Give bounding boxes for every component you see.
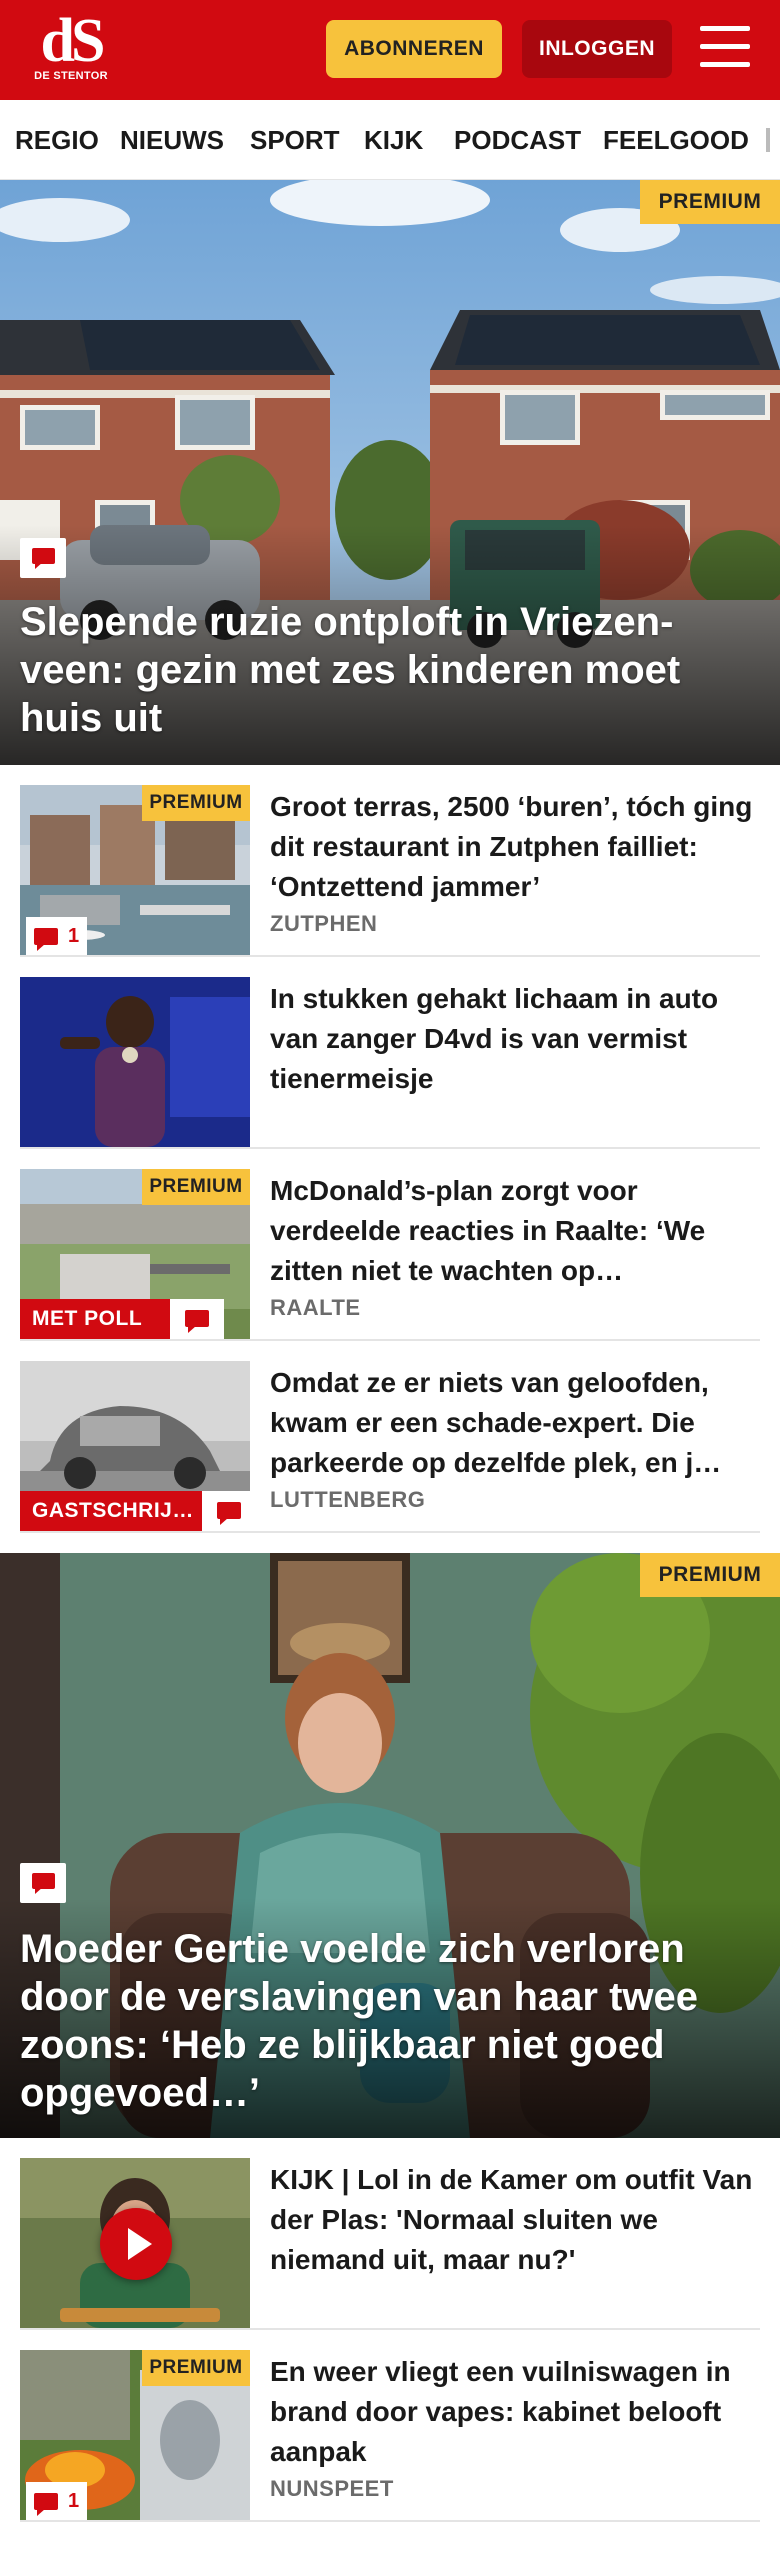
hero-article-1[interactable]: PREMIUM Slepende ruzie ontploft in Vriez… [0, 180, 780, 765]
hero-article-2[interactable]: PREMIUM Moeder Gertie voelde zich verlor… [0, 1553, 780, 2138]
article-title[interactable]: Omdat ze er niets van geloofden, kwam er… [270, 1363, 760, 1483]
top-header: dS DE STENTOR ABONNEREN INLOGGEN [0, 0, 780, 100]
premium-badge: PREMIUM [640, 1553, 780, 1597]
list-item[interactable]: In stukken gehakt lichaam in auto van za… [20, 977, 760, 1149]
nav-item-regio[interactable]: REGIO [15, 100, 99, 179]
article-thumbnail [20, 2158, 250, 2328]
poll-tag: MET POLL [20, 1299, 172, 1339]
article-title[interactable]: In stukken gehakt lichaam in auto van za… [270, 979, 760, 1099]
premium-badge: PREMIUM [142, 785, 250, 821]
article-title[interactable]: McDonald’s-plan zorgt voor verdeelde rea… [270, 1171, 760, 1291]
nav-item-nieuws[interactable]: NIEUWS [120, 100, 224, 179]
list-item[interactable]: PREMIUM MET POLL McDonald’s-plan zorgt v… [20, 1169, 760, 1341]
comment-count: 1 [26, 917, 88, 955]
article-thumbnail: PREMIUM 1 [20, 2350, 250, 2520]
comment-icon [34, 2492, 58, 2516]
nav-item-feelgood[interactable]: FEELGOOD [603, 100, 749, 179]
guest-writer-tag: GASTSCHRIJ… [20, 1491, 204, 1531]
comment-icon [202, 1491, 250, 1531]
article-location: RAALTE [270, 1295, 361, 1320]
nav-item-podcast[interactable]: PODCAST [454, 100, 581, 179]
hero-2-title[interactable]: Moeder Gertie voelde zich verloren door … [20, 1925, 760, 2117]
list-item[interactable]: KIJK | Lol in de Kamer om outfit Van der… [20, 2158, 760, 2330]
article-title[interactable]: Groot terras, 2500 ‘buren’, tóch ging di… [270, 787, 760, 907]
comment-icon [20, 1863, 66, 1903]
logo-name: DE STENTOR [34, 70, 108, 82]
list-item[interactable]: PREMIUM 1 Groot terras, 2500 ‘buren’, tó… [20, 785, 760, 957]
login-button[interactable]: INLOGGEN [522, 20, 672, 78]
hero-1-title[interactable]: Slepende ruzie ontploft in Vriezen-veen:… [20, 598, 760, 742]
comment-count: 1 [26, 2482, 88, 2520]
article-location: LUTTENBERG [270, 1487, 426, 1512]
comment-icon [20, 538, 66, 578]
comment-icon [34, 927, 58, 951]
list-item[interactable]: PREMIUM 1 En weer vliegt een vuilniswage… [20, 2350, 760, 2522]
article-thumbnail [20, 977, 250, 1147]
hamburger-menu-icon[interactable] [700, 26, 750, 70]
article-title[interactable]: KIJK | Lol in de Kamer om outfit Van der… [270, 2160, 760, 2280]
nav-item-sport[interactable]: SPORT [250, 100, 340, 179]
article-location: ZUTPHEN [270, 911, 378, 936]
comment-icon [170, 1299, 224, 1339]
article-thumbnail: PREMIUM MET POLL [20, 1169, 250, 1339]
list-item[interactable]: GASTSCHRIJ… Omdat ze er niets van geloof… [20, 1361, 760, 1533]
site-logo[interactable]: dS DE STENTOR [30, 7, 112, 88]
premium-badge: PREMIUM [640, 180, 780, 224]
logo-mark: dS [40, 7, 106, 75]
article-location: NUNSPEET [270, 2476, 394, 2501]
nav-item-kijk[interactable]: KIJK [364, 100, 423, 179]
article-thumbnail: PREMIUM 1 [20, 785, 250, 955]
subscribe-button[interactable]: ABONNEREN [326, 20, 502, 78]
premium-badge: PREMIUM [142, 1169, 250, 1205]
nav-overflow-indicator [766, 128, 770, 152]
premium-badge: PREMIUM [142, 2350, 250, 2386]
play-video-icon[interactable] [100, 2208, 172, 2280]
article-thumbnail: GASTSCHRIJ… [20, 1361, 250, 1531]
article-title[interactable]: En weer vliegt een vuilniswagen in brand… [270, 2352, 760, 2472]
section-nav: REGIO NIEUWS SPORT KIJK PODCAST FEELGOOD [0, 100, 780, 180]
